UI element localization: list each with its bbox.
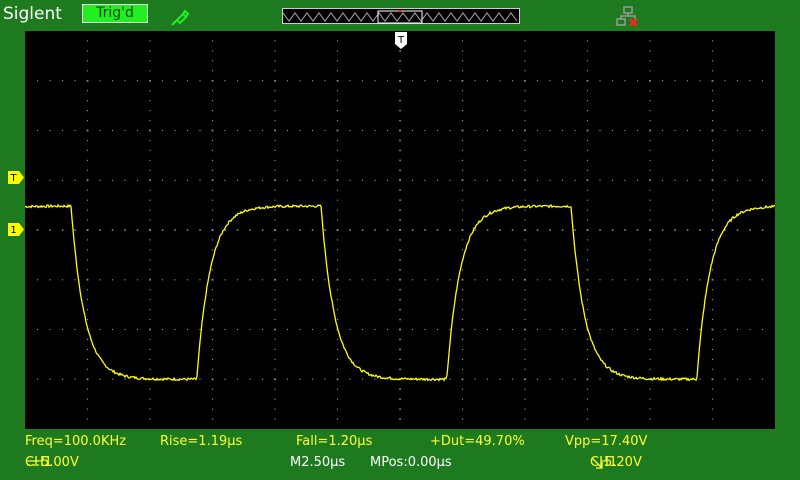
trigger-status-badge: Trig'd <box>82 4 148 23</box>
probe-icon[interactable] <box>168 4 192 28</box>
trigger-level-label: T <box>9 173 17 184</box>
trigger-position-marker[interactable]: T <box>394 32 408 50</box>
duty-cycle-readout: +Dut=49.70% <box>430 434 525 449</box>
settings-bar: CH1 5.00V M2.50µs MPos:0.00µs CH1 5.20V <box>0 455 800 475</box>
channel1-label: 1 <box>10 225 16 236</box>
trigger-position-label: T <box>397 35 405 46</box>
rise-time-readout: Rise=1.19µs <box>160 434 243 449</box>
trigger-readout[interactable]: CH1 5.20V <box>590 455 642 470</box>
vpp-readout: Vpp=17.40V <box>565 434 648 449</box>
oscilloscope-screen[interactable] <box>25 31 775 429</box>
network-disconnected-icon <box>616 6 638 27</box>
fall-time-readout: Fall=1.20µs <box>296 434 373 449</box>
memory-position-bar[interactable] <box>282 8 520 24</box>
graticule <box>36 40 764 420</box>
ch1-trace <box>25 203 775 382</box>
horizontal-position-readout[interactable]: MPos:0.00µs <box>370 455 452 470</box>
top-bar: Siglent Trig'd <box>0 0 800 32</box>
channel1-ground-marker[interactable]: 1 <box>8 223 25 236</box>
ch1-scale-value: 5.00V <box>41 455 79 470</box>
frequency-readout: Freq=100.0KHz <box>25 434 127 449</box>
brand-label: Siglent <box>3 4 62 24</box>
timebase-readout[interactable]: M2.50µs <box>290 455 345 470</box>
trigger-level-value: 5.20V <box>604 455 642 470</box>
trigger-level-marker[interactable]: T <box>8 171 25 184</box>
memory-waveform-preview <box>282 8 518 24</box>
measurement-bar: Freq=100.0KHz Rise=1.19µs Fall=1.20µs +D… <box>0 434 800 454</box>
waveform-display <box>25 40 775 420</box>
ch1-vertical-scale[interactable]: CH1 5.00V <box>25 455 79 470</box>
